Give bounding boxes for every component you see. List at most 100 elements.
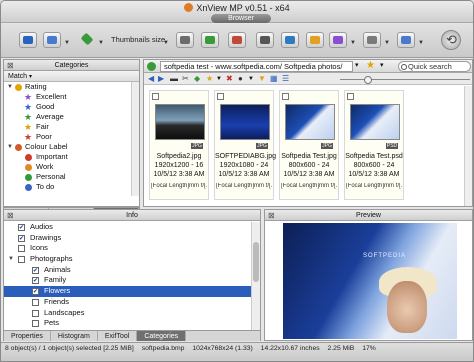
category-check-row[interactable]: ✔ Animals [4,265,253,276]
thumbnail-image[interactable] [285,104,335,140]
checkbox[interactable]: ✔ [32,277,39,285]
expand-triangle-icon[interactable]: ▼ [7,82,15,92]
thumbnail-item[interactable]: JPG Softpedia2.jpg 1920x1200 - 16 10/5/12 3… [149,90,209,200]
favorite-star-icon[interactable]: ★ [366,60,375,71]
wallpaper-button[interactable] [306,32,324,48]
thumbnail-item[interactable]: JPG SOFTPEDIABG.jpg 1920x1080 - 24 10/5/12 … [214,90,276,200]
category-check-row[interactable]: Icons [4,243,253,254]
star-filter-icon[interactable]: ★ [206,75,213,83]
quick-search-input[interactable]: Quick search [398,61,471,72]
category-item[interactable]: To do [4,182,139,192]
expand-triangle-icon[interactable]: ▼ [8,254,14,265]
category-check-row[interactable]: Landscapes [4,308,253,319]
thumbnail-checkbox[interactable] [347,93,354,100]
slider-knob[interactable] [364,76,372,84]
close-icon[interactable]: ⊠ [268,210,275,221]
tab-exiftool[interactable]: ExifTool [98,331,138,341]
category-item[interactable]: ★ Good [4,102,139,112]
thumbnail-checkbox[interactable] [282,93,289,100]
browser-scrollbar[interactable] [464,86,472,206]
category-item[interactable]: ★ Fair [4,122,139,132]
settings-button[interactable] [363,32,381,48]
checkbox[interactable] [18,256,25,264]
rotate-button[interactable] [441,30,461,50]
thumbnail-image[interactable] [155,104,205,140]
crop-icon[interactable]: ✂ [182,75,189,83]
checkbox[interactable] [18,245,25,253]
chevron-down-icon[interactable]: ▼ [64,40,70,46]
path-field[interactable]: softpedia test - www.softpedia.com/ Soft… [160,61,353,72]
category-check-row[interactable]: Pets [4,318,253,329]
category-check-row[interactable]: ✔ Flowers [4,286,253,297]
category-item[interactable]: ★ Poor [4,132,139,142]
forward-icon[interactable]: ▶ [158,75,164,83]
view-mode-button[interactable] [43,32,61,48]
batch-button[interactable] [329,32,347,48]
checkbox[interactable] [32,320,39,328]
info-scrollbar[interactable] [251,222,260,332]
thumbnail-item[interactable]: JPG Softpedia Test.jpg 800x600 - 24 10/5/12… [279,90,339,200]
category-item[interactable]: ★ Average [4,112,139,122]
tab-categories[interactable]: Categories [137,331,187,341]
chevron-down-icon[interactable]: ▼ [98,40,104,46]
chevron-down-icon[interactable]: ▼ [248,75,254,83]
chevron-down-icon[interactable]: ▼ [163,40,169,46]
thumbnail-image[interactable] [220,104,270,140]
chevron-down-icon[interactable]: ▼ [418,40,424,46]
layout-button[interactable] [397,32,415,48]
chevron-down-icon[interactable]: ▼ [350,40,356,46]
category-check-row[interactable]: ✔ Drawings [4,233,253,244]
category-check-row[interactable]: Friends [4,297,253,308]
sort-button[interactable] [79,32,97,48]
back-icon[interactable]: ◀ [148,75,154,83]
thumbnail-size-slider[interactable] [340,79,470,80]
category-check-row[interactable]: ▼ Photographs [4,254,253,265]
category-item[interactable]: ▼ Colour Label [4,142,139,152]
refresh-button[interactable] [201,32,219,48]
category-item[interactable]: ★ Excellent [4,92,139,102]
checkbox[interactable] [32,298,39,306]
thumbnail-checkbox[interactable] [152,93,159,100]
folder-icon[interactable]: ▬ [170,75,178,83]
list-view-icon[interactable]: ☰ [282,75,289,83]
tag-icon[interactable]: ◆ [194,75,200,83]
view-icon[interactable]: ▦ [270,75,278,83]
preview-image[interactable]: SOFTPEDIA [283,223,457,339]
thumbnails-size-label[interactable]: Thumbnails size [111,35,165,44]
checkbox[interactable]: ✔ [32,288,39,296]
tab-histogram[interactable]: Histogram [51,331,98,341]
category-item[interactable]: ▼ Rating [4,82,139,92]
categories-scrollbar[interactable] [131,82,139,196]
chevron-down-icon[interactable]: ▼ [384,40,390,46]
checkbox[interactable]: ✔ [18,234,25,242]
convert-button[interactable] [281,32,299,48]
tab-properties[interactable]: Properties [4,331,51,341]
checkbox[interactable] [32,309,39,317]
delete-icon[interactable]: ✖ [226,75,233,83]
match-dropdown[interactable]: Match ▾ [4,71,139,82]
chevron-down-icon[interactable]: ▾ [380,61,384,69]
thumbnail-item[interactable]: PSD Softpedia Test.psd 800x600 - 24 10/5/12… [344,90,404,200]
expand-triangle-icon[interactable]: ▼ [7,142,15,152]
checkbox[interactable]: ✔ [32,266,39,274]
camera-button[interactable] [256,32,274,48]
category-check-row[interactable]: ✔ Family [4,275,253,286]
thumbnail-image[interactable] [350,104,400,140]
chevron-down-icon[interactable]: ▾ [355,61,359,69]
category-check-row[interactable]: ✔ Audios [4,222,253,233]
compare-button[interactable] [228,32,246,48]
browser-mode-button[interactable]: Browser [211,14,271,23]
close-icon[interactable]: ⊠ [7,210,14,221]
filter-icon[interactable]: ▼ [258,75,266,83]
close-icon[interactable]: ⊠ [7,60,14,71]
category-item[interactable]: Important [4,152,139,162]
category-item[interactable]: Work [4,162,139,172]
checkbox[interactable]: ✔ [18,224,25,231]
category-item[interactable]: Personal [4,172,139,182]
scroll-thumb[interactable] [253,242,259,282]
thumbnail-checkbox[interactable] [217,93,224,100]
chevron-down-icon[interactable]: ▼ [216,75,222,83]
label-icon[interactable]: ● [238,75,243,83]
fullscreen-button[interactable] [19,32,37,48]
slideshow-button[interactable] [176,32,194,48]
